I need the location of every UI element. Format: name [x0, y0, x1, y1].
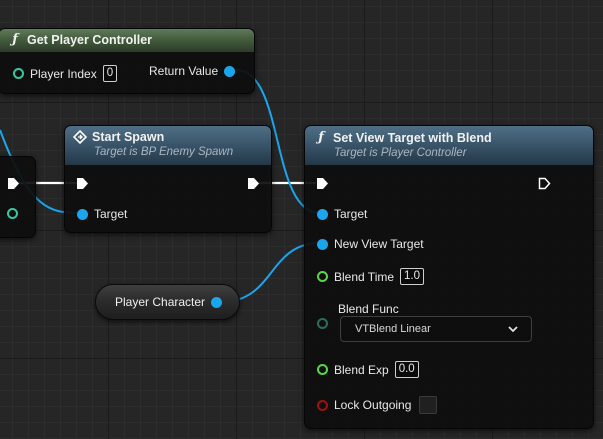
get-player-controller-node[interactable]: ƒ Get Player Controller Player Index 0 R… [0, 28, 255, 94]
return-value-pin-icon[interactable] [224, 65, 236, 77]
lock-outgoing-pin-icon[interactable] [317, 399, 328, 411]
blend-exp-pin-icon[interactable] [317, 364, 328, 375]
player-character-variable-node[interactable]: Player Character [95, 284, 240, 320]
target-label: Target [94, 207, 128, 221]
start-spawn-node[interactable]: Start Spawn Target is BP Enemy Spawn Tar… [64, 125, 272, 233]
node-title: Get Player Controller [27, 32, 153, 47]
get-player-controller-header[interactable]: ƒ Get Player Controller [0, 29, 254, 52]
start-spawn-header[interactable]: Start Spawn Target is BP Enemy Spawn [65, 126, 271, 165]
player-character-label: Player Character [115, 295, 206, 309]
node-subtitle: Target is BP Enemy Spawn [94, 146, 234, 158]
set-view-target-node[interactable]: ƒ Set View Target with Blend Target is P… [304, 125, 594, 429]
exec-out-icon[interactable] [538, 177, 551, 190]
blend-func-pin[interactable]: Blend Func [338, 302, 399, 316]
blend-func-pin-icon[interactable] [317, 318, 328, 329]
blend-func-selected-value: VTBlend Linear [355, 323, 431, 335]
blend-time-value[interactable]: 1.0 [400, 268, 425, 285]
lock-outgoing-checkbox[interactable] [419, 396, 438, 414]
exec-out-icon[interactable] [7, 177, 20, 190]
new-view-target-pin[interactable]: New View Target [317, 237, 424, 251]
player-index-label: Player Index [30, 66, 97, 81]
set-view-target-header[interactable]: ƒ Set View Target with Blend Target is P… [305, 126, 593, 165]
player-index-pin-icon[interactable] [13, 68, 24, 79]
blend-time-pin[interactable]: Blend Time 1.0 [317, 268, 425, 285]
return-value-pin[interactable]: Return Value [149, 64, 236, 78]
target-pin[interactable]: Target [77, 207, 127, 221]
exec-out-icon[interactable] [247, 177, 260, 190]
blend-time-label: Blend Time [334, 269, 395, 284]
node-title: Set View Target with Blend [333, 130, 492, 145]
new-view-target-pin-icon[interactable] [317, 238, 328, 250]
float-out-pin-icon[interactable] [7, 208, 18, 219]
node-title: Start Spawn [92, 130, 165, 144]
node-subtitle: Target is Player Controller [334, 147, 467, 159]
lock-outgoing-label: Lock Outgoing [334, 398, 412, 412]
exec-in-icon[interactable] [76, 177, 89, 190]
blend-func-label: Blend Func [338, 302, 399, 316]
target-label: Target [334, 207, 368, 221]
blueprint-graph-canvas[interactable]: ƒ Get Player Controller Player Index 0 R… [0, 0, 603, 439]
new-view-target-label: New View Target [334, 237, 424, 251]
spawn-diamond-icon [73, 130, 87, 144]
player-index-pin[interactable]: Player Index 0 [13, 65, 118, 82]
blend-func-dropdown[interactable]: VTBlend Linear [340, 316, 532, 342]
lock-outgoing-pin[interactable]: Lock Outgoing [317, 396, 438, 414]
blend-time-pin-icon[interactable] [317, 271, 328, 282]
blend-exp-value[interactable]: 0.0 [394, 361, 419, 378]
player-index-value[interactable]: 0 [102, 65, 118, 82]
chevron-down-icon [508, 326, 518, 333]
offscreen-left-node[interactable] [0, 156, 36, 238]
return-value-label: Return Value [149, 64, 219, 78]
target-pin-icon[interactable] [77, 208, 88, 220]
function-f-icon: ƒ [12, 32, 18, 47]
exec-in-icon[interactable] [316, 177, 329, 190]
target-pin[interactable]: Target [317, 207, 367, 221]
blend-exp-pin[interactable]: Blend Exp 0.0 [317, 361, 419, 378]
target-pin-icon[interactable] [317, 208, 328, 220]
blend-exp-label: Blend Exp [334, 362, 389, 377]
function-f-icon: ƒ [318, 130, 324, 145]
player-character-pin-icon[interactable] [211, 296, 223, 308]
